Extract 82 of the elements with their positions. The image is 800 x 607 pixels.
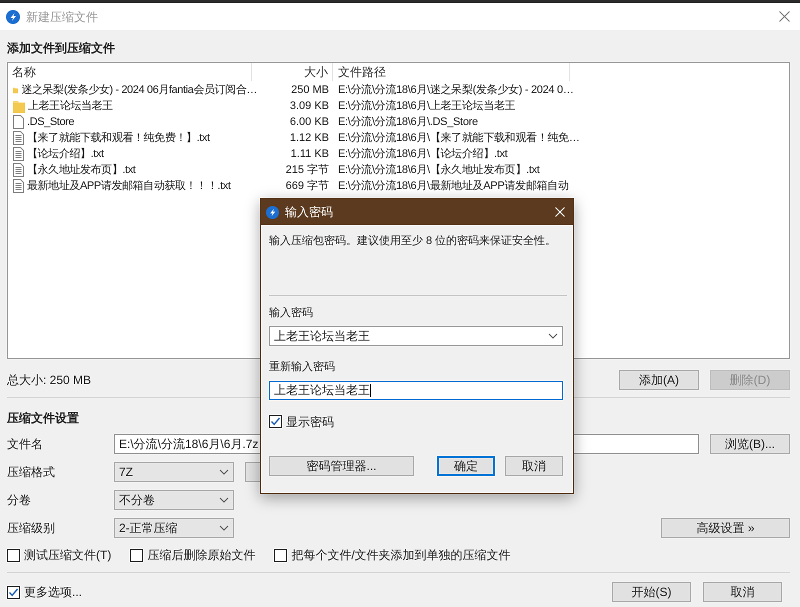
section-heading: 添加文件到压缩文件 [7,40,116,55]
file-row[interactable]: 迷之呆梨(发条少女) - 2024 06月fantia会员订阅合… 250 MB E:\分流\分流18\6月\迷之呆梨(发条少女) - 2024 0… [8,82,789,98]
add-button[interactable]: 添加(A) [619,370,699,390]
column-header[interactable]: 文件路径 [333,63,570,81]
advanced-settings-button[interactable]: 高级设置 » [661,518,790,538]
file-size: 669 字节 [284,178,330,194]
file-path: E:\分流\分流18\6月\.DS_Store [337,114,479,130]
file-size: 250 MB [290,82,330,98]
dropdown[interactable]: 2-正常压缩 [114,518,234,538]
file-name: 上老王论坛当老王 [28,98,113,114]
file-row[interactable]: 上老王论坛当老王 3.09 KB E:\分流\分流18\6月\上老王论坛当老王 [8,98,789,114]
file-name: 【永久地址发布页】.txt [27,162,136,178]
password-combobox[interactable]: 上老王论坛当老王 [269,326,563,346]
folder-icon [13,99,25,113]
chevron-down-icon [219,469,229,475]
file-row[interactable]: 【来了就能下载和观看！纯免费！】.txt 1.12 KB E:\分流\分流18\6月\【来了就能下载和观看！纯免… [8,130,789,146]
file-path: E:\分流\分流18\6月\【论坛介绍】.txt [337,146,509,162]
column-header[interactable]: 大小 [252,63,333,81]
text-file-icon [13,163,24,177]
checkbox-label: 压缩后删除原始文件 [147,547,256,564]
checkbox[interactable] [7,548,20,562]
text-file-icon [13,131,24,145]
dialog-title: 输入密码 [285,204,333,221]
field-label: 压缩格式 [7,464,56,481]
file-row[interactable]: 【永久地址发布页】.txt 215 字节 E:\分流\分流18\6月\【永久地址发布页】.txt [8,162,789,178]
file-path: E:\分流\分流18\6月\【来了就能下载和观看！纯免… [337,130,581,146]
dropdown[interactable]: 7Z [114,462,234,482]
checkbox[interactable] [269,415,282,428]
app-logo-icon [266,206,279,218]
more-options-checkbox[interactable]: 更多选项... [7,583,82,601]
close-icon[interactable] [779,11,790,22]
file-row[interactable]: 【论坛介绍】.txt 1.11 KB E:\分流\分流18\6月\【论坛介绍】.txt [8,146,789,162]
chevron-down-icon [219,525,229,531]
option-checkbox[interactable]: 压缩后删除原始文件 [130,546,256,564]
browse-button[interactable]: 浏览(B)... [710,434,790,454]
file-name: 【论坛介绍】.txt [27,146,104,162]
column-header[interactable]: 名称 [8,63,252,81]
file-size: 1.12 KB [288,130,330,146]
ok-button[interactable]: 确定 [437,456,495,476]
checkbox-label: 更多选项... [24,584,82,601]
field-label: 输入密码 [269,306,314,320]
file-size: 1.11 KB [290,146,330,162]
field-label: 压缩级别 [7,520,56,537]
checkbox[interactable] [274,548,288,562]
checkbox-label: 显示密码 [286,414,334,430]
field-label: 分卷 [7,492,32,509]
document-icon [13,115,24,129]
field-label: 文件名 [7,436,44,453]
file-size: 6.00 KB [288,114,330,130]
file-name: 迷之呆梨(发条少女) - 2024 06月fantia会员订阅合… [21,82,257,98]
file-path: E:\分流\分流18\6月\最新地址及APP请发邮箱自动 [337,178,570,194]
app-logo-icon [6,10,20,24]
text-file-icon [13,179,24,193]
total-size: 总大小: 250 MB [7,372,92,389]
field-label: 重新输入密码 [269,360,336,375]
chevron-down-icon [219,497,229,503]
checkbox[interactable] [130,548,144,562]
start-button[interactable]: 开始(S) [612,582,691,602]
file-row[interactable]: .DS_Store 6.00 KB E:\分流\分流18\6月\.DS_Store [8,114,789,130]
file-name: 【来了就能下载和观看！纯免费！】.txt [27,130,210,146]
cancel-button[interactable]: 取消 [505,456,563,476]
show-password-checkbox[interactable]: 显示密码 [269,412,565,430]
dropdown[interactable]: 不分卷 [114,490,234,510]
chevron-down-icon [548,333,558,339]
file-path: E:\分流\分流18\6月\迷之呆梨(发条少女) - 2024 0… [337,82,575,98]
file-path: E:\分流\分流18\6月\【永久地址发布页】.txt [337,162,541,178]
dialog-description: 输入压缩包密码。建议使用至少 8 位的密码来保证安全性。 [269,234,558,249]
file-name: 最新地址及APP请发邮箱自动获取！！！.txt [27,178,230,194]
file-size: 215 字节 [284,162,330,178]
file-row[interactable]: 最新地址及APP请发邮箱自动获取！！！.txt 669 字节 E:\分流\分流18\6月\最新地址及APP请发邮箱自动 [8,178,789,194]
checkbox[interactable] [7,586,20,598]
file-path: E:\分流\分流18\6月\上老王论坛当老王 [337,98,516,114]
window-title: 新建压缩文件 [26,8,98,26]
password-manager-button[interactable]: 密码管理器... [269,456,414,476]
section-heading: 压缩文件设置 [7,410,79,425]
option-checkbox[interactable]: 测试压缩文件(T) [7,546,112,564]
cancel-button[interactable]: 取消 [703,582,782,602]
checkbox-label: 测试压缩文件(T) [24,547,112,564]
file-name: .DS_Store [27,114,74,130]
confirm-password-field[interactable]: 上老王论坛当老王 [269,380,563,400]
text-file-icon [13,147,24,161]
file-size: 3.09 KB [288,98,330,114]
